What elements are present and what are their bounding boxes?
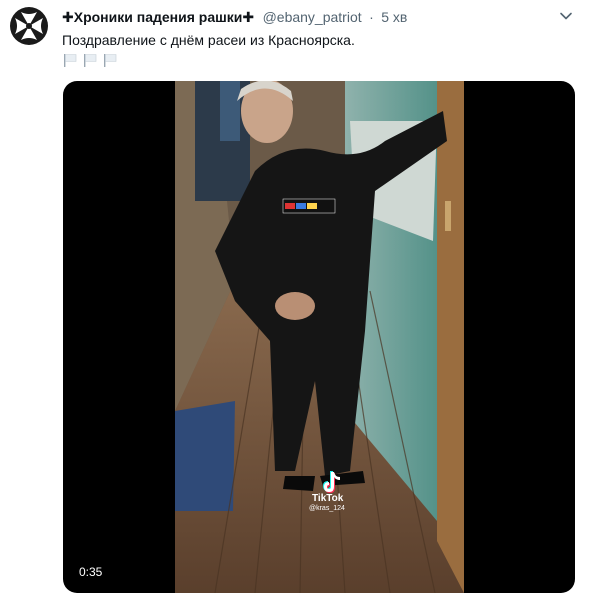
- white-flag-icon: [84, 54, 97, 67]
- tweet-emoji-row: [63, 53, 117, 67]
- author-handle[interactable]: @ebany_patriot: [263, 9, 362, 25]
- author-name[interactable]: ✚Хроники падения рашки✚: [62, 9, 254, 25]
- white-flag-icon: [104, 54, 117, 67]
- separator-dot: ·: [369, 9, 374, 25]
- white-flag-icon: [64, 54, 77, 67]
- tiktok-watermark-user: @kras_124: [309, 505, 345, 512]
- video-frame: [175, 81, 464, 593]
- tiktok-watermark-brand: TikTok: [312, 493, 344, 504]
- tweet[interactable]: ✚Хроники падения рашки✚ @ebany_patriot ·…: [0, 0, 590, 604]
- tweet-timestamp[interactable]: 5 хв: [381, 9, 407, 25]
- tweet-header: ✚Хроники падения рашки✚ @ebany_patriot ·…: [62, 9, 578, 29]
- video-player[interactable]: TikTok @kras_124 0:35: [63, 81, 575, 593]
- chevron-down-icon: [560, 12, 572, 20]
- avatar[interactable]: [9, 6, 49, 46]
- video-still-image: [175, 81, 464, 593]
- more-options-button[interactable]: [556, 6, 576, 26]
- iron-cross-avatar-icon: [10, 7, 48, 45]
- video-duration: 0:35: [79, 565, 103, 579]
- tweet-text: Поздравление с днём расеи из Красноярска…: [62, 32, 355, 48]
